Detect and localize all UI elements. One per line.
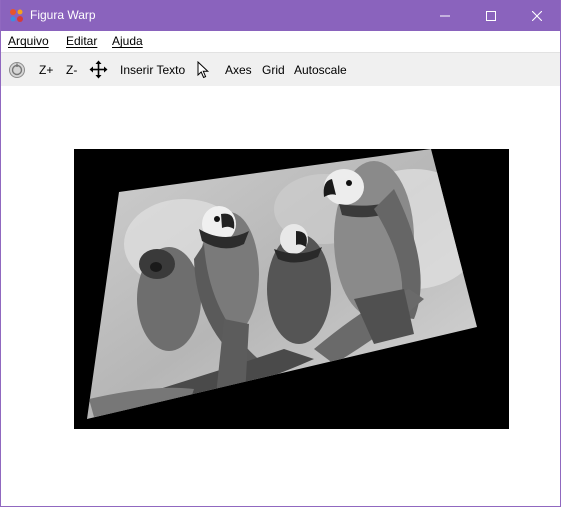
menu-arquivo[interactable]: Arquivo xyxy=(8,34,49,48)
title-bar[interactable]: Figura Warp xyxy=(1,0,560,31)
autoscale-button[interactable]: Autoscale xyxy=(294,53,347,86)
app-logo-icon xyxy=(8,7,25,24)
axes-button[interactable]: Axes xyxy=(225,53,252,86)
toolbar: Z+ Z- Inserir Texto Axes Grid Autoscale xyxy=(1,52,560,87)
zoom-in-button[interactable]: Z+ xyxy=(39,53,53,86)
close-icon xyxy=(532,10,542,21)
zoom-out-button[interactable]: Z- xyxy=(66,53,77,86)
reset-view-icon xyxy=(8,61,26,79)
insert-text-button[interactable]: Inserir Texto xyxy=(120,53,185,86)
pointer-icon xyxy=(197,60,210,79)
minimize-icon xyxy=(440,11,450,21)
menu-ajuda[interactable]: Ajuda xyxy=(112,34,143,48)
figure-canvas[interactable] xyxy=(1,86,560,506)
maximize-icon xyxy=(486,10,496,21)
minimize-button[interactable] xyxy=(422,0,468,31)
menu-editar[interactable]: Editar xyxy=(66,34,97,48)
pan-move-icon xyxy=(89,60,108,79)
app-window: Figura Warp Arquivo Editar Ajuda Z+ Z- I… xyxy=(0,0,561,507)
reset-view-button[interactable] xyxy=(8,53,26,86)
figure-image xyxy=(74,149,509,429)
window-title: Figura Warp xyxy=(30,8,96,22)
grid-button[interactable]: Grid xyxy=(262,53,285,86)
pan-button[interactable] xyxy=(89,53,108,86)
close-button[interactable] xyxy=(514,0,560,31)
maximize-button[interactable] xyxy=(468,0,514,31)
menu-bar: Arquivo Editar Ajuda xyxy=(1,31,560,52)
pointer-button[interactable] xyxy=(197,53,210,86)
